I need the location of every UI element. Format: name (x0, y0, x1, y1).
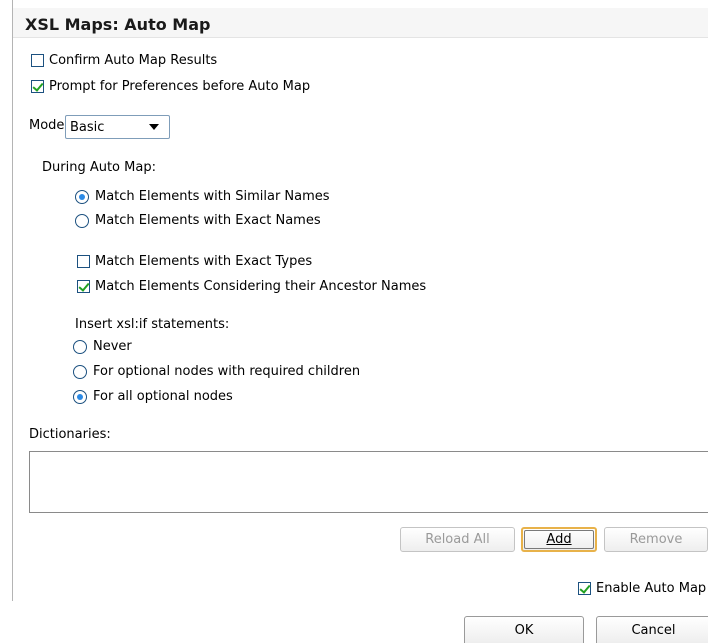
cancel-label: Cancel (631, 622, 676, 638)
auto-map-preferences-dialog: XSL Maps: Auto Map Confirm Auto Map Resu… (0, 0, 708, 643)
match-ancestor-names-label: Match Elements Considering their Ancesto… (95, 279, 427, 294)
radio-selected-icon (75, 189, 89, 204)
checkbox-unchecked-icon (31, 54, 44, 67)
reload-all-label: Reload All (425, 532, 490, 547)
mode-label-row: Mode: (29, 118, 69, 133)
cancel-button[interactable]: Cancel (596, 616, 708, 643)
page-title: XSL Maps: Auto Map (25, 15, 211, 34)
match-ancestor-names-checkbox[interactable]: Match Elements Considering their Ancesto… (77, 279, 426, 294)
ok-button[interactable]: OK (464, 616, 584, 643)
enable-auto-map-checkbox[interactable]: Enable Auto Map (578, 581, 706, 596)
match-exact-names-label: Match Elements with Exact Names (95, 213, 321, 228)
radio-unselected-icon (73, 364, 87, 379)
confirm-auto-map-results-label: Confirm Auto Map Results (49, 53, 218, 68)
confirm-auto-map-results-checkbox[interactable]: Confirm Auto Map Results (31, 53, 217, 68)
xslif-never-label: Never (93, 339, 132, 354)
dictionaries-list[interactable] (29, 451, 708, 513)
xslif-all-optional-radio[interactable]: For all optional nodes (73, 389, 233, 404)
match-exact-names-radio[interactable]: Match Elements with Exact Names (75, 213, 321, 228)
remove-button[interactable]: Remove (604, 527, 708, 552)
dictionaries-label: Dictionaries: (29, 427, 111, 442)
checkbox-checked-icon (77, 280, 90, 293)
checkbox-unchecked-icon (77, 255, 90, 268)
during-auto-map-label: During Auto Map: (42, 160, 156, 175)
dropdown-arrow-icon (149, 124, 159, 130)
prompt-for-preferences-label: Prompt for Preferences before Auto Map (49, 79, 311, 94)
radio-selected-icon (73, 389, 87, 404)
during-auto-map-heading: During Auto Map: (42, 160, 156, 175)
xslif-never-radio[interactable]: Never (73, 339, 132, 354)
enable-auto-map-label: Enable Auto Map (596, 581, 707, 596)
radio-unselected-icon (75, 213, 89, 228)
checkbox-checked-icon (31, 80, 44, 93)
xslif-optional-required-children-radio[interactable]: For optional nodes with required childre… (73, 364, 360, 379)
match-exact-types-checkbox[interactable]: Match Elements with Exact Types (77, 254, 312, 269)
focus-ring (524, 530, 594, 549)
checkbox-checked-icon (578, 582, 591, 595)
prompt-for-preferences-checkbox[interactable]: Prompt for Preferences before Auto Map (31, 79, 310, 94)
dictionaries-heading: Dictionaries: (29, 427, 111, 442)
mode-dropdown[interactable]: Basic (65, 115, 170, 139)
mode-dropdown-value: Basic (70, 119, 105, 135)
remove-label: Remove (629, 532, 683, 547)
mode-label: Mode: (29, 118, 69, 133)
insert-xslif-heading: Insert xsl:if statements: (75, 317, 229, 332)
reload-all-button[interactable]: Reload All (400, 527, 515, 552)
match-exact-types-label: Match Elements with Exact Types (95, 254, 313, 269)
xslif-optional-required-children-label: For optional nodes with required childre… (93, 364, 361, 379)
insert-xslif-label: Insert xsl:if statements: (75, 317, 230, 332)
radio-unselected-icon (73, 339, 87, 354)
add-button[interactable]: Add (521, 527, 597, 552)
left-divider (12, 0, 13, 601)
match-similar-names-label: Match Elements with Similar Names (95, 189, 330, 204)
match-similar-names-radio[interactable]: Match Elements with Similar Names (75, 189, 330, 204)
xslif-all-optional-label: For all optional nodes (93, 389, 233, 404)
ok-label: OK (514, 622, 534, 638)
